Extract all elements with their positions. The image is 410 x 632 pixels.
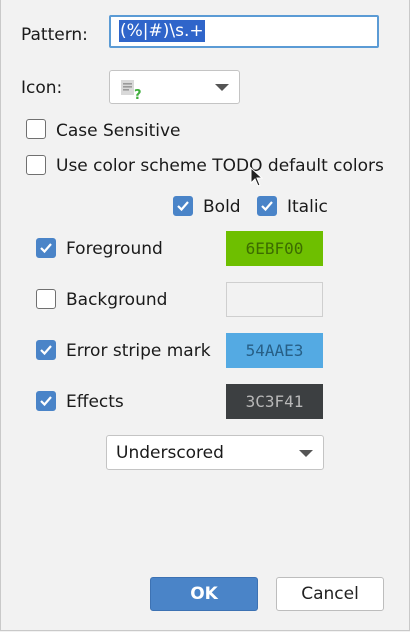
pattern-label: Pattern: bbox=[21, 25, 88, 45]
chevron-down-icon bbox=[299, 449, 313, 457]
case-sensitive-label: Case Sensitive bbox=[56, 121, 181, 141]
background-label: Background bbox=[66, 290, 168, 310]
svg-text:?: ? bbox=[134, 88, 142, 100]
effect-type-combobox[interactable]: Underscored bbox=[106, 435, 324, 470]
foreground-color-swatch[interactable]: 6EBF00 bbox=[226, 231, 323, 266]
pattern-input[interactable]: (%|#)\s.+ bbox=[109, 15, 379, 48]
use-color-scheme-checkbox[interactable] bbox=[26, 155, 46, 175]
case-sensitive-checkbox[interactable] bbox=[26, 119, 46, 139]
effect-type-value: Underscored bbox=[116, 443, 224, 463]
error-stripe-checkbox[interactable] bbox=[36, 340, 56, 360]
error-stripe-label: Error stripe mark bbox=[66, 341, 211, 361]
effects-label: Effects bbox=[66, 392, 124, 412]
use-color-scheme-label: Use color scheme TODO default colors bbox=[56, 156, 384, 176]
error-stripe-color-swatch[interactable]: 54AAE3 bbox=[226, 333, 323, 368]
italic-label: Italic bbox=[287, 197, 328, 217]
icon-combobox[interactable]: ? bbox=[109, 70, 240, 104]
chevron-down-icon bbox=[215, 84, 229, 91]
effects-checkbox[interactable] bbox=[36, 391, 56, 411]
effects-color-swatch[interactable]: 3C3F41 bbox=[226, 384, 323, 419]
italic-checkbox[interactable] bbox=[257, 196, 277, 216]
foreground-label: Foreground bbox=[66, 239, 163, 259]
background-color-swatch[interactable] bbox=[226, 282, 323, 317]
mouse-cursor-icon bbox=[250, 166, 264, 192]
bold-label: Bold bbox=[203, 197, 241, 217]
cancel-button[interactable]: Cancel bbox=[276, 577, 384, 611]
pattern-selected-text: (%|#)\s.+ bbox=[119, 20, 205, 42]
ok-button[interactable]: OK bbox=[150, 577, 258, 611]
background-checkbox[interactable] bbox=[36, 289, 56, 309]
bold-checkbox[interactable] bbox=[173, 196, 193, 216]
foreground-checkbox[interactable] bbox=[36, 238, 56, 258]
todo-question-icon: ? bbox=[120, 78, 144, 105]
icon-label: Icon: bbox=[21, 78, 63, 98]
